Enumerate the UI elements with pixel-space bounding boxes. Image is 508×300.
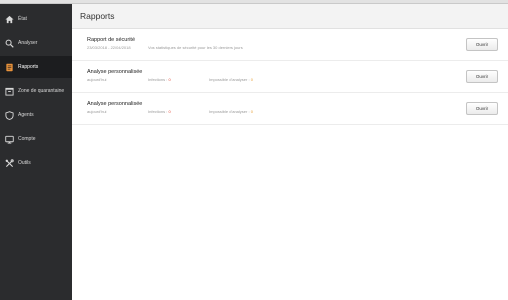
sidebar-item-label: Analyser: [18, 39, 38, 46]
report-date: 23/03/2018 - 22/04/2018: [87, 45, 131, 50]
unscanned-value: 0: [250, 109, 253, 114]
sidebar-item-label: Rapports: [18, 63, 39, 70]
report-row: Rapport de sécurité 23/03/2018 - 22/04/2…: [72, 30, 508, 61]
report-row: Analyse personnalisée aujourd'hui Infect…: [72, 94, 508, 125]
sidebar-item-outils[interactable]: Outils: [0, 152, 72, 174]
main-content: Rapports Rapport de sécurité 23/03/2018 …: [72, 4, 508, 300]
unscanned-stat: Impossible d'analyser : 0: [209, 109, 253, 114]
sidebar-item-compte[interactable]: Compte: [0, 128, 72, 150]
page-header: Rapports: [72, 4, 508, 29]
unscanned-label: Impossible d'analyser :: [209, 77, 250, 82]
sidebar-item-quarantine[interactable]: Zone de quarantaine: [0, 80, 72, 102]
unscanned-value: 0: [250, 77, 253, 82]
infections-value: 0: [168, 109, 171, 114]
infections-label: Infections :: [148, 109, 168, 114]
report-icon: [5, 63, 14, 72]
sidebar: État Analyser Rapports Zone de quarantai…: [0, 4, 72, 300]
home-icon: [5, 15, 14, 24]
report-date: aujourd'hui: [87, 109, 107, 114]
tools-icon: [5, 158, 14, 168]
infections-stat: Infections : 0: [148, 77, 171, 82]
report-description: Vos statistiques de sécurité pour les 30…: [148, 45, 243, 50]
sidebar-item-label: État: [18, 15, 27, 22]
search-icon: [5, 39, 14, 48]
infections-value: 0: [168, 77, 171, 82]
sidebar-item-agents[interactable]: Agents: [0, 104, 72, 126]
report-title: Analyse personnalisée: [87, 101, 143, 107]
sidebar-item-rapports[interactable]: Rapports: [0, 56, 72, 78]
sidebar-item-label: Zone de quarantaine: [18, 87, 65, 94]
infections-label: Infections :: [148, 77, 168, 82]
account-icon: [5, 135, 14, 144]
report-title: Rapport de sécurité: [87, 37, 135, 43]
sidebar-item-label: Agents: [18, 111, 34, 118]
page-title: Rapports: [80, 11, 115, 21]
quarantine-icon: [5, 87, 14, 96]
unscanned-label: Impossible d'analyser :: [209, 109, 250, 114]
sidebar-item-label: Outils: [18, 159, 31, 166]
report-title: Analyse personnalisée: [87, 69, 143, 75]
report-date: aujourd'hui: [87, 77, 107, 82]
sidebar-item-analyser[interactable]: Analyser: [0, 32, 72, 54]
unscanned-stat: Impossible d'analyser : 0: [209, 77, 253, 82]
open-button[interactable]: Ouvrir: [466, 102, 498, 115]
report-row: Analyse personnalisée aujourd'hui Infect…: [72, 62, 508, 93]
sidebar-item-etat[interactable]: État: [0, 8, 72, 30]
infections-stat: Infections : 0: [148, 109, 171, 114]
shield-icon: [5, 110, 14, 120]
open-button[interactable]: Ouvrir: [466, 38, 498, 51]
open-button[interactable]: Ouvrir: [466, 70, 498, 83]
sidebar-item-label: Compte: [18, 135, 36, 142]
